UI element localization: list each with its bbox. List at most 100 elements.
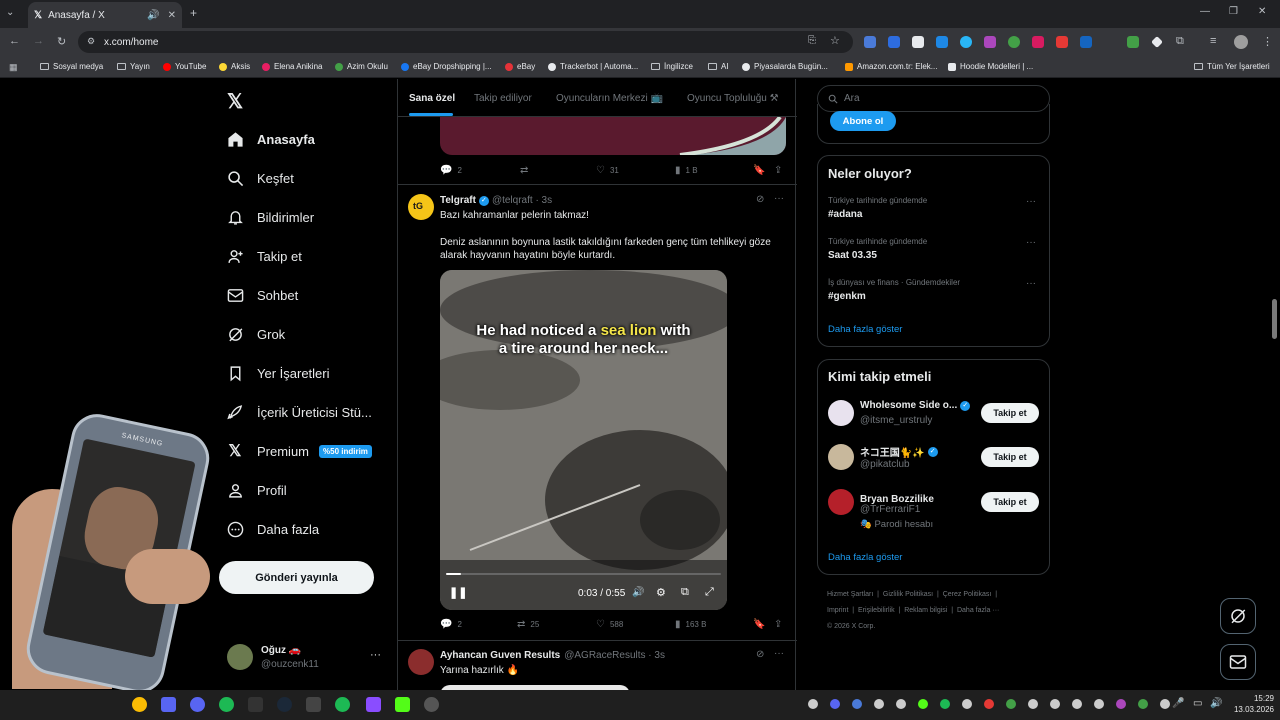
tray-icon[interactable] xyxy=(1050,699,1060,709)
new-tab-icon[interactable]: + xyxy=(190,6,197,20)
previous-post-image[interactable] xyxy=(440,117,786,155)
tray-icon[interactable] xyxy=(962,699,972,709)
tab-gamers-hub[interactable]: Oyuncuların Merkezi 📺 xyxy=(556,93,663,104)
reply-button[interactable]: 💬 2 xyxy=(440,619,462,630)
video-progress-bar[interactable] xyxy=(446,573,721,575)
extension-icon[interactable] xyxy=(936,36,948,48)
sidebar-item-creator-studio[interactable]: İçerik Üreticisi Stü... xyxy=(226,403,372,421)
more-dots-icon[interactable]: ··· xyxy=(1026,196,1036,207)
footer-link[interactable]: Çerez Politikası xyxy=(943,591,992,598)
close-icon[interactable]: ✕ xyxy=(168,10,176,21)
footer-link[interactable]: Imprint xyxy=(827,607,848,614)
tray-icon[interactable] xyxy=(1160,699,1170,709)
pause-icon[interactable]: ❚❚ xyxy=(449,586,467,599)
tray-icon[interactable] xyxy=(808,699,818,709)
more-dots-icon[interactable]: ··· xyxy=(774,648,784,659)
reply-button[interactable]: 💬 2 xyxy=(440,165,462,176)
grok-icon[interactable]: ⊘ xyxy=(756,194,764,205)
taskbar-app-icon[interactable] xyxy=(219,697,234,712)
bookmark-item[interactable]: İngilizce xyxy=(651,62,693,71)
post-author-handle[interactable]: @AGRaceResults · 3s xyxy=(564,650,665,661)
footer-link[interactable]: Erişilebilirlik xyxy=(858,607,895,614)
trend-item[interactable]: Türkiye tarihinde gündemde Saat 03.35 ··… xyxy=(818,237,1049,273)
discord-icon[interactable] xyxy=(190,697,205,712)
steam-icon[interactable] xyxy=(277,697,292,712)
tray-icon[interactable] xyxy=(984,699,994,709)
chrome-icon[interactable] xyxy=(132,697,147,712)
sidebar-item-premium[interactable]: 𝕏 Premium %50 indirim xyxy=(226,442,372,460)
tab-search-icon[interactable]: ⌄ xyxy=(6,7,14,18)
profile-avatar[interactable] xyxy=(1234,35,1248,49)
avatar[interactable]: tG xyxy=(408,194,434,220)
browser-tab-active[interactable]: 𝕏 Anasayfa / X 🔊 ✕ xyxy=(28,2,182,28)
more-dots-icon[interactable]: ··· xyxy=(370,649,381,661)
back-icon[interactable]: ← xyxy=(9,35,20,47)
bookmark-button[interactable]: 🔖 xyxy=(753,165,765,176)
extension-icon[interactable] xyxy=(912,36,924,48)
subscribe-button[interactable]: Abone ol xyxy=(830,111,896,131)
sidebar-item-grok[interactable]: Grok xyxy=(226,325,285,343)
avatar[interactable] xyxy=(408,649,434,675)
tray-icon[interactable] xyxy=(940,699,950,709)
taskbar-app-icon[interactable] xyxy=(395,697,410,712)
bookmark-item[interactable]: Azim Okulu xyxy=(335,62,388,71)
like-button[interactable]: ♡ 31 xyxy=(596,165,619,176)
repost-button[interactable]: ⇄ xyxy=(520,165,528,176)
post-button[interactable]: Gönderi yayınla xyxy=(219,561,374,594)
x-logo-icon[interactable]: 𝕏 xyxy=(227,89,243,114)
sidebar-item-chat[interactable]: Sohbet xyxy=(226,286,298,304)
tray-icon[interactable] xyxy=(852,699,862,709)
bookmark-item[interactable]: AI xyxy=(708,62,729,71)
address-bar[interactable]: ⚙ x.com/home ⎘ ☆ xyxy=(78,31,853,53)
tray-icon[interactable] xyxy=(896,699,906,709)
clock[interactable]: 15:29 13.03.2026 xyxy=(1228,693,1274,715)
extension-icon[interactable] xyxy=(1032,36,1044,48)
follow-suggestion[interactable]: ネコ王国🐈✨ ✓ @pikatclub Takip et xyxy=(818,442,1049,478)
site-info-icon[interactable]: ⚙ xyxy=(87,36,95,47)
microphone-icon[interactable]: 🎤 xyxy=(1172,698,1184,709)
extension-icon[interactable] xyxy=(1056,36,1068,48)
post-telgraft[interactable]: tG Telgraft ✓ @telqraft · 3s ⊘ ··· Bazı … xyxy=(398,185,797,640)
extension-icon[interactable] xyxy=(1127,36,1139,48)
extension-icon[interactable] xyxy=(888,36,900,48)
post-agraceresults[interactable]: Ayhancan Guven Results @AGRaceResults · … xyxy=(398,641,797,690)
follow-suggestion[interactable]: Wholesome Side o... ✓ @itsme_urstruly Ta… xyxy=(818,398,1049,434)
tray-icon[interactable] xyxy=(1116,699,1126,709)
page-scrollbar[interactable] xyxy=(1272,299,1277,339)
footer-link[interactable]: Gizlilik Politikası xyxy=(883,591,933,598)
footer-link[interactable]: Reklam bilgisi xyxy=(904,607,947,614)
bookmark-item[interactable]: eBay Dropshipping |... xyxy=(401,62,492,71)
post-author-name[interactable]: Telgraft xyxy=(440,195,476,206)
follow-button[interactable]: Takip et xyxy=(981,447,1039,467)
sidebar-item-profile[interactable]: Profil xyxy=(226,481,287,499)
extension-icon[interactable] xyxy=(1080,36,1092,48)
footer-link[interactable]: Hizmet Şartları xyxy=(827,591,873,598)
bookmark-item[interactable]: Elena Anikina xyxy=(262,62,322,71)
follow-button[interactable]: Takip et xyxy=(981,492,1039,512)
restore-icon[interactable]: ❐ xyxy=(1229,6,1238,17)
tray-icon[interactable] xyxy=(1028,699,1038,709)
speaker-icon[interactable]: 🔊 xyxy=(147,10,159,21)
sidebar-item-explore[interactable]: Keşfet xyxy=(226,169,294,187)
extension-icon[interactable] xyxy=(1008,36,1020,48)
minimize-icon[interactable]: — xyxy=(1200,6,1210,17)
bookmark-item[interactable]: Hoodie Modelleri | ... xyxy=(948,62,1033,71)
sidebar-item-follow[interactable]: Takip et xyxy=(226,247,302,265)
tray-icon[interactable] xyxy=(918,699,928,709)
volume-icon[interactable]: 🔊 xyxy=(1210,698,1222,709)
star-icon[interactable]: ☆ xyxy=(830,34,840,47)
menu-kebab-icon[interactable]: ⋮ xyxy=(1262,35,1273,48)
follow-button[interactable]: Takip et xyxy=(981,403,1039,423)
post-author-handle[interactable]: @telqraft · 3s xyxy=(492,195,552,206)
tray-icon[interactable] xyxy=(1072,699,1082,709)
more-dots-icon[interactable]: ··· xyxy=(1026,278,1036,289)
tab-gamer-community[interactable]: Oyuncu Topluluğu ⚒ xyxy=(687,93,779,104)
trend-item[interactable]: Türkiye tarihinde gündemde #adana ··· xyxy=(818,196,1049,232)
bookmark-item[interactable]: Sosyal medya xyxy=(40,62,103,71)
extensions-puzzle-icon[interactable]: ⧉ xyxy=(1176,35,1184,48)
like-button[interactable]: ♡ 588 xyxy=(596,619,623,630)
account-switcher[interactable]: Oğuz 🚗 @ouzcenk11 ··· xyxy=(227,644,392,676)
picture-in-picture-icon[interactable]: ⧉ xyxy=(681,586,689,599)
settings-gear-icon[interactable]: ⚙ xyxy=(656,586,666,599)
reload-icon[interactable]: ↻ xyxy=(57,35,66,48)
